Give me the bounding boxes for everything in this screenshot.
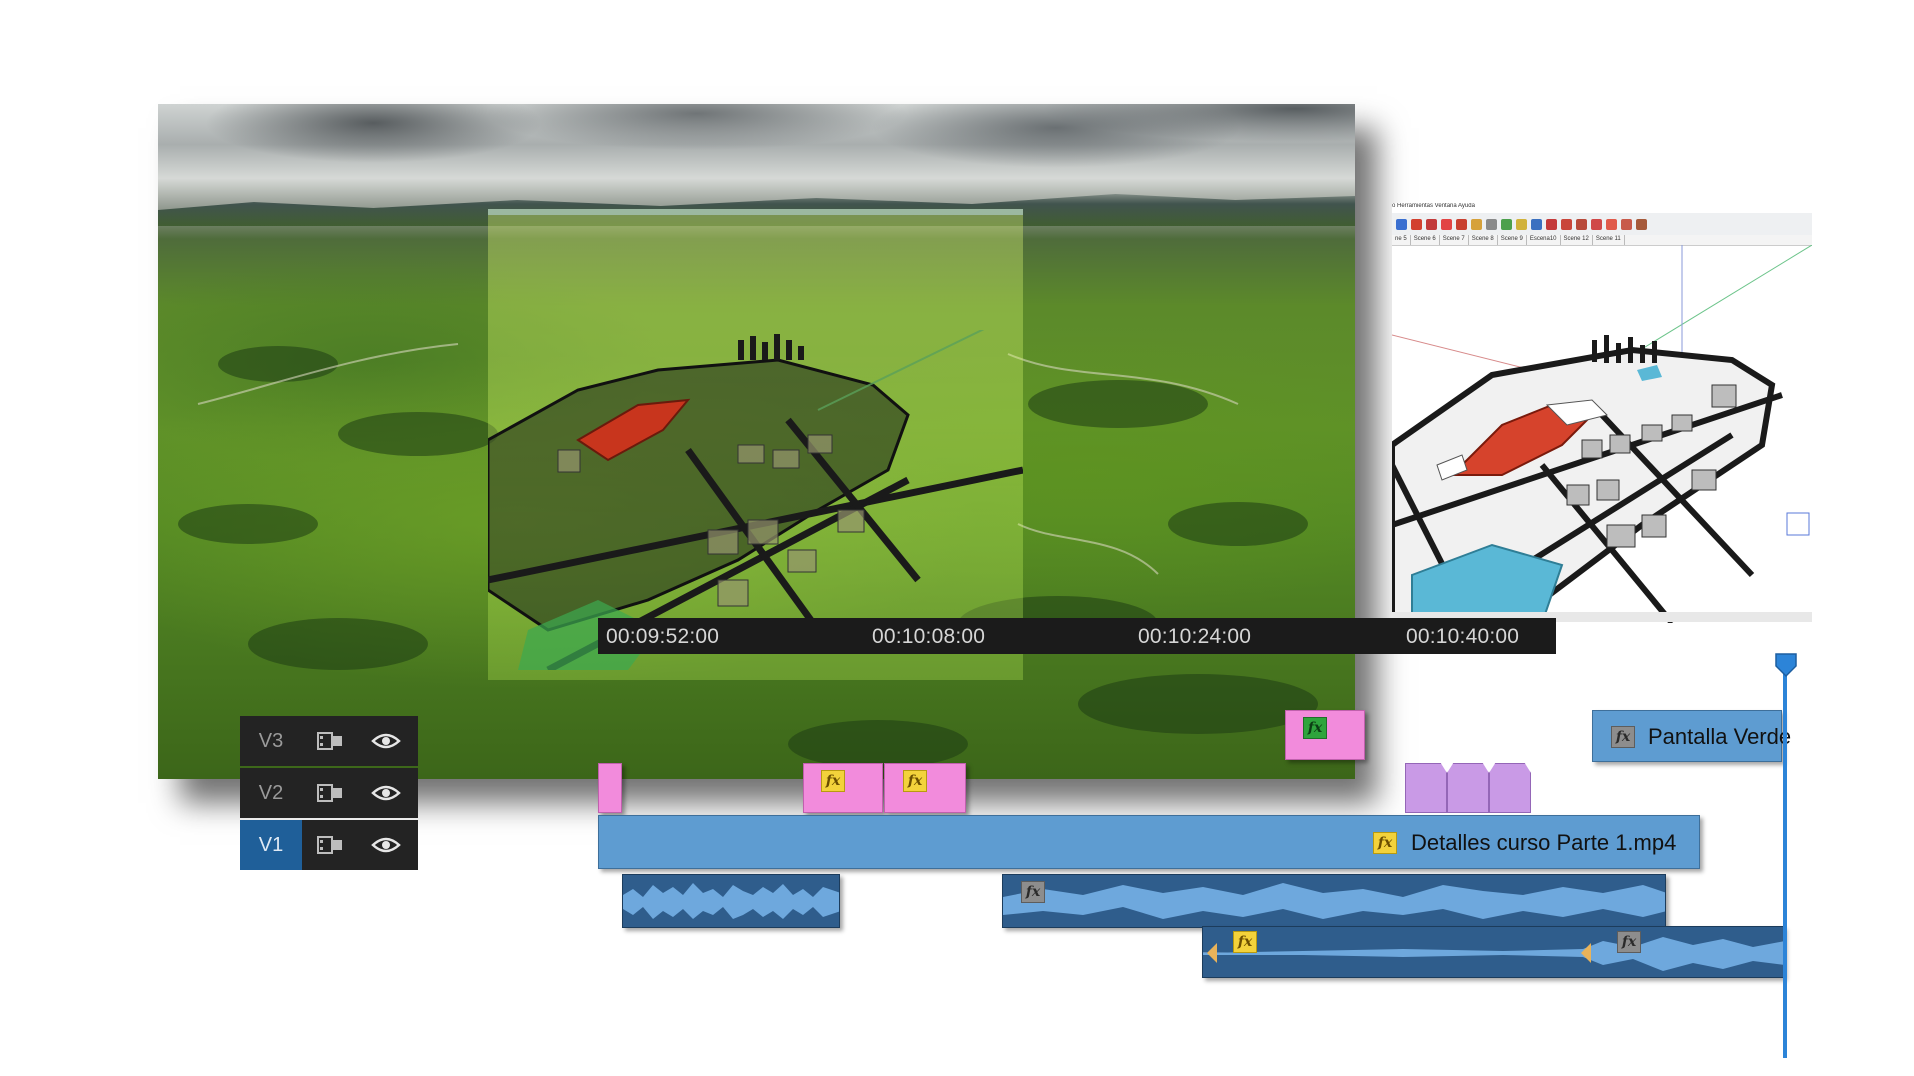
scene-tab[interactable]: Scene 6 xyxy=(1411,235,1440,245)
scene-tab[interactable]: ne 5 xyxy=(1392,235,1411,245)
eye-icon[interactable] xyxy=(358,768,414,818)
track-label[interactable]: V2 xyxy=(240,768,302,818)
timecode-label: 00:09:52:00 xyxy=(606,625,720,648)
sketchup-toolbar xyxy=(1392,213,1812,235)
audio-clip[interactable]: fx fx xyxy=(1202,926,1784,978)
scene-tab[interactable]: Scene 9 xyxy=(1498,235,1527,245)
clip-name: Detalles curso Parte 1.mp4 xyxy=(1411,830,1677,855)
playhead-line[interactable] xyxy=(1783,660,1787,1058)
section-icon[interactable] xyxy=(1606,218,1617,230)
effect-clip[interactable] xyxy=(598,763,622,813)
transition-clip[interactable] xyxy=(1405,763,1447,813)
audio-waveform xyxy=(1203,937,1783,971)
timecode-label: 00:10:08:00 xyxy=(872,625,986,648)
video-track-headers: V3 V2 V1 xyxy=(240,716,418,870)
audio-clip[interactable] xyxy=(622,874,840,928)
pan-tool-icon[interactable] xyxy=(1516,218,1527,230)
sketchup-window: o Herramientas Ventana Ayuda ne 5 Scene … xyxy=(1392,203,1812,623)
select-tool-icon[interactable] xyxy=(1396,218,1407,230)
orbit-tool-icon[interactable] xyxy=(1501,218,1512,230)
effect-clip[interactable]: fx xyxy=(884,763,966,813)
scale-tool-icon[interactable] xyxy=(1456,218,1467,230)
eye-icon[interactable] xyxy=(358,820,414,870)
track-label[interactable]: V3 xyxy=(240,716,302,766)
clip-name: Pantalla Verde xyxy=(1648,724,1792,749)
audio-waveform xyxy=(623,883,839,919)
audio-clip[interactable]: fx xyxy=(1002,874,1666,928)
timeline-ruler[interactable]: 00:09:52:00 00:10:08:00 00:10:24:00 00:1… xyxy=(598,618,1556,654)
move-tool-icon[interactable] xyxy=(1426,218,1437,230)
paint-tool-icon[interactable] xyxy=(1411,218,1422,230)
scene-tab[interactable]: Scene 8 xyxy=(1469,235,1498,245)
track-header-v2[interactable]: V2 xyxy=(240,768,418,818)
audio-waveform xyxy=(1003,883,1665,919)
film-strip-icon[interactable] xyxy=(302,820,358,870)
fx-icon[interactable]: fx xyxy=(1303,717,1327,739)
dimension-tool-icon[interactable] xyxy=(1486,218,1497,230)
scene-tab[interactable]: Scene 7 xyxy=(1440,235,1469,245)
fx-icon[interactable]: fx xyxy=(1021,881,1045,903)
sketchup-menubar[interactable]: o Herramientas Ventana Ayuda xyxy=(1392,203,1812,213)
scene-tab[interactable]: Escena10 xyxy=(1527,235,1561,245)
scene-tab[interactable]: Scene 12 xyxy=(1561,235,1593,245)
transition-clip[interactable] xyxy=(1489,763,1531,813)
scene-tab[interactable]: Scene 11 xyxy=(1593,235,1625,245)
effect-clip[interactable]: fx xyxy=(803,763,883,813)
timecode-label: 00:10:40:00 xyxy=(1406,625,1520,648)
fx-icon[interactable]: fx xyxy=(1373,832,1397,854)
fx-icon[interactable]: fx xyxy=(1617,931,1641,953)
fx-icon[interactable]: fx xyxy=(821,770,845,792)
tape-tool-icon[interactable] xyxy=(1471,218,1482,230)
pantalla-verde-clip[interactable]: fx Pantalla Verde xyxy=(1592,710,1791,762)
extension-icon[interactable] xyxy=(1591,218,1602,230)
shadow-icon[interactable] xyxy=(1636,218,1647,230)
zoom-extents-icon[interactable] xyxy=(1546,218,1557,230)
rotate-tool-icon[interactable] xyxy=(1441,218,1452,230)
film-strip-icon[interactable] xyxy=(302,716,358,766)
style-icon[interactable] xyxy=(1621,218,1632,230)
track-label-active[interactable]: V1 xyxy=(240,820,302,870)
track-header-v1[interactable]: V1 xyxy=(240,820,418,870)
film-strip-icon[interactable] xyxy=(302,768,358,818)
sketchup-3d-viewport[interactable] xyxy=(1392,245,1812,623)
track-header-v3[interactable]: V3 xyxy=(240,716,418,766)
fx-icon[interactable]: fx xyxy=(1233,931,1257,953)
transition-clip[interactable] xyxy=(1447,763,1489,813)
fx-icon[interactable]: fx xyxy=(1611,726,1635,748)
zoom-tool-icon[interactable] xyxy=(1531,218,1542,230)
fx-icon[interactable]: fx xyxy=(903,770,927,792)
detalles-curso-clip[interactable]: fx Detalles curso Parte 1.mp4 xyxy=(598,815,1700,869)
playhead-marker-icon[interactable] xyxy=(1774,652,1798,678)
eye-icon[interactable] xyxy=(358,716,414,766)
timecode-label: 00:10:24:00 xyxy=(1138,625,1252,648)
components-icon[interactable] xyxy=(1576,218,1587,230)
warehouse-icon[interactable] xyxy=(1561,218,1572,230)
effect-clip[interactable]: fx xyxy=(1285,710,1365,760)
